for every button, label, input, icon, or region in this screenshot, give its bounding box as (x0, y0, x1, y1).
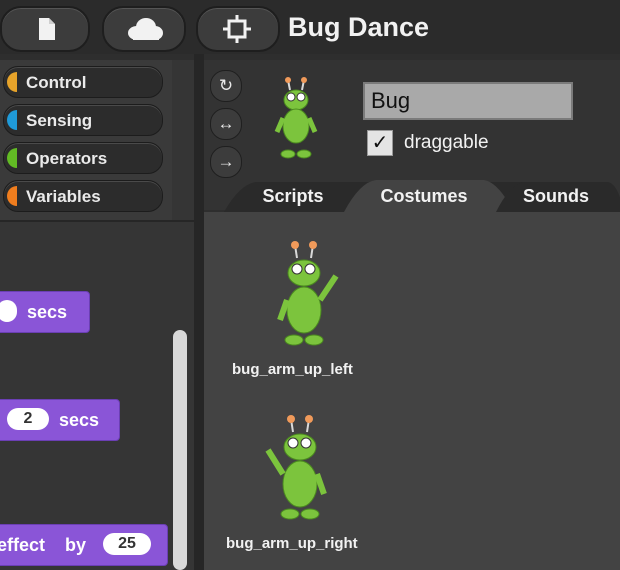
tab-sounds[interactable]: Sounds (510, 180, 602, 212)
settings-gear-icon (223, 15, 251, 43)
tab-costumes[interactable]: Costumes (366, 180, 482, 212)
block-label-secs: secs (59, 410, 100, 430)
category-label: Control (26, 73, 87, 92)
secs-input-slot[interactable] (0, 300, 17, 322)
category-variables[interactable]: Variables (3, 180, 163, 212)
sprite-thumbnail (274, 77, 318, 159)
cloud-button[interactable] (102, 6, 186, 52)
block-label-effect: effect (0, 535, 46, 555)
pane-divider (194, 54, 204, 570)
say-for-secs-block[interactable]: 2 secs (0, 399, 120, 441)
effect-value-slot[interactable]: 25 (103, 533, 151, 555)
category-operators[interactable]: Operators (3, 142, 163, 174)
rotate-style-button[interactable]: ↻ (210, 70, 242, 102)
glide-secs-block[interactable]: secs (0, 291, 90, 333)
block-label-secs: secs (27, 302, 68, 322)
category-control[interactable]: Control (3, 66, 163, 98)
control-color-swatch (7, 72, 17, 92)
category-label: Operators (26, 149, 108, 168)
sprite-name-input[interactable]: Bug (363, 82, 573, 120)
costume-name: bug_arm_up_left (232, 361, 353, 378)
cloud-icon (128, 18, 163, 40)
draggable-checkbox[interactable]: ✓ (367, 130, 393, 156)
no-rotate-style-button[interactable]: → (210, 146, 242, 178)
category-sensing[interactable]: Sensing (3, 104, 163, 136)
tab-scripts[interactable]: Scripts (248, 180, 338, 212)
palette-separator (0, 220, 194, 222)
draggable-label: draggable (404, 132, 489, 153)
file-button[interactable] (0, 6, 90, 52)
category-label: Variables (26, 187, 101, 206)
category-label: Sensing (26, 111, 93, 130)
block-label-by: by (65, 535, 87, 555)
costume-thumbnail-arm-up-left[interactable] (270, 240, 342, 350)
palette-scrollbar-thumb[interactable] (173, 330, 187, 570)
project-title: Bug Dance (288, 12, 430, 42)
left-right-style-button[interactable]: ↔ (210, 108, 242, 140)
operators-color-swatch (7, 148, 17, 168)
secs-input-slot[interactable]: 2 (7, 408, 49, 430)
file-icon (39, 18, 55, 40)
change-effect-block[interactable]: effect by 25 (0, 524, 168, 566)
settings-button[interactable] (196, 6, 280, 52)
sensing-color-swatch (7, 110, 17, 130)
costume-name: bug_arm_up_right (226, 535, 358, 552)
costume-thumbnail-arm-up-right[interactable] (262, 414, 334, 524)
variables-color-swatch (7, 186, 17, 206)
